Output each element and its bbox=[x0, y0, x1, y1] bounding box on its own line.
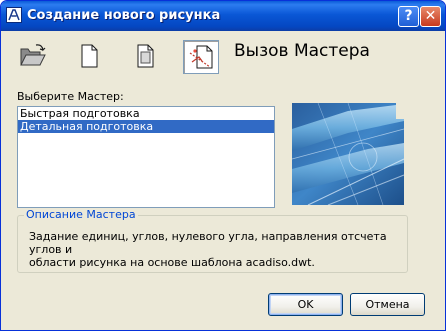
description-line-1: Задание единиц, углов, нулевого угла, на… bbox=[29, 230, 387, 256]
cancel-button[interactable]: Отмена bbox=[350, 293, 425, 316]
blank-page-icon bbox=[81, 44, 98, 68]
list-item-quick-setup[interactable]: Быстрая подготовка bbox=[18, 107, 274, 120]
list-item-advanced-setup[interactable]: Детальная подготовка bbox=[18, 120, 274, 133]
use-template-button[interactable] bbox=[127, 40, 163, 74]
use-wizard-button[interactable] bbox=[183, 40, 219, 74]
wizard-list-label: Выберите Мастер: bbox=[17, 90, 124, 103]
wizard-listbox[interactable]: Быстрая подготовка Детальная подготовка bbox=[17, 106, 275, 208]
dialog-window: Создание нового рисунка ? ✕ Вызов Мастер… bbox=[0, 0, 446, 331]
help-button[interactable]: ? bbox=[398, 6, 419, 27]
wizard-preview-image bbox=[288, 99, 408, 209]
dialog-body: Вызов Мастера Выберите Мастер: Быстрая п… bbox=[4, 31, 442, 327]
title-bar[interactable]: Создание нового рисунка ? ✕ bbox=[1, 1, 445, 31]
description-line-2: области рисунка на основе шаблона acadis… bbox=[29, 256, 315, 269]
description-group: Описание Мастера Задание единиц, углов, … bbox=[17, 208, 408, 273]
template-page-icon bbox=[137, 44, 154, 68]
autocad-app-icon bbox=[6, 7, 22, 23]
start-from-scratch-button[interactable] bbox=[71, 40, 107, 74]
window-title: Создание нового рисунка bbox=[27, 8, 221, 23]
page-heading: Вызов Мастера bbox=[234, 41, 370, 61]
close-button[interactable]: ✕ bbox=[420, 6, 441, 27]
description-title: Описание Мастера bbox=[24, 208, 138, 221]
wizard-icon bbox=[189, 45, 213, 69]
description-text: Задание единиц, углов, нулевого угла, на… bbox=[29, 230, 401, 269]
open-drawing-button[interactable] bbox=[15, 40, 51, 74]
ok-button[interactable]: OK bbox=[268, 293, 343, 316]
open-folder-icon bbox=[20, 44, 46, 66]
